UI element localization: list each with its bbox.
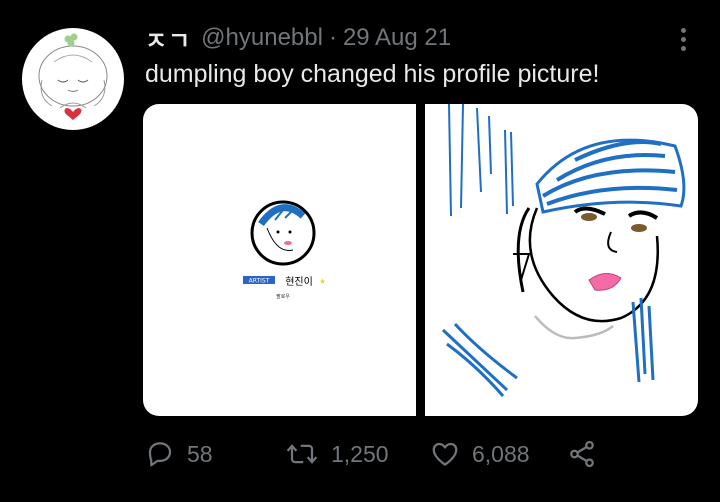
retweet-button[interactable]: 1,250 (285, 439, 430, 469)
reply-count: 58 (187, 440, 213, 467)
like-count: 6,088 (472, 440, 530, 467)
tweet-date[interactable]: 29 Aug 21 (343, 24, 451, 52)
retweet-count: 1,250 (331, 440, 389, 467)
profile-avatar[interactable] (22, 28, 124, 130)
right-image-drawing (441, 104, 686, 397)
like-icon (432, 442, 458, 466)
display-name[interactable]: ㅈㄱ (145, 21, 191, 56)
media-image-left[interactable]: ARTIST 현진이 ★ 팔로우 (143, 104, 416, 416)
artist-badge: ARTIST (249, 278, 270, 285)
header-separator: · (328, 24, 337, 51)
reply-button[interactable]: 58 (145, 439, 285, 469)
share-button[interactable] (567, 439, 597, 469)
media-image-right[interactable] (425, 104, 698, 416)
share-icon (570, 440, 594, 468)
more-options-icon[interactable] (670, 24, 696, 54)
artist-caption: 팔로우 (276, 293, 290, 300)
tweet-actions: 58 1,250 6,088 (145, 434, 597, 474)
tweet-header: ㅈㄱ @hyunebbl · 29 Aug 21 (145, 21, 660, 56)
left-image-drawing: ARTIST 현진이 ★ 팔로우 (243, 200, 326, 300)
star-icon: ★ (319, 277, 326, 286)
reply-icon (148, 442, 172, 467)
retweet-icon (286, 444, 318, 464)
avatar-drawing (38, 33, 108, 120)
user-handle[interactable]: @hyunebbl (201, 24, 323, 52)
artist-name: 현진이 (285, 276, 313, 288)
tweet-text: dumpling boy changed his profile picture… (145, 60, 600, 88)
like-button[interactable]: 6,088 (430, 439, 567, 469)
tweet-media: ARTIST 현진이 ★ 팔로우 (143, 104, 698, 416)
